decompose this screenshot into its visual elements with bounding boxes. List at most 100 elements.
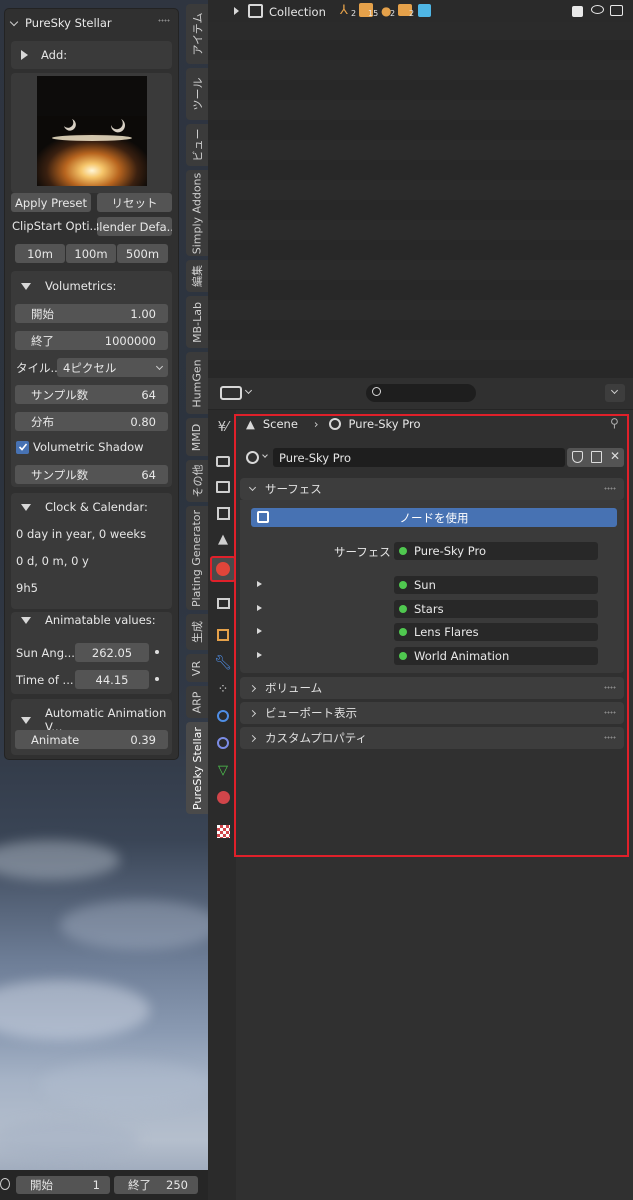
volumetrics-header[interactable]: Volumetrics: (21, 279, 116, 293)
tab-mb-lab[interactable]: MB-Lab (186, 296, 208, 348)
field-value: 64 (141, 467, 156, 482)
preset-preview-image[interactable] (37, 76, 147, 186)
animatable-values-header[interactable]: Animatable values: (21, 613, 156, 627)
volumetric-distribution-field[interactable]: 分布 0.80 (15, 412, 168, 431)
animate-field[interactable]: Animate 0.39 (15, 730, 168, 749)
render-icon[interactable] (212, 450, 234, 472)
volumetric-samples-field[interactable]: サンプル数 64 (15, 385, 168, 404)
checkbox-label: Volumetric Shadow (33, 440, 144, 454)
expand-arrow-icon[interactable] (234, 7, 239, 15)
reset-button[interactable]: リセット (97, 193, 172, 212)
tab-other[interactable]: その他 (186, 460, 208, 502)
properties-header (208, 378, 633, 410)
badge-count: 15 (368, 9, 379, 18)
tab-vr[interactable]: VR (186, 654, 208, 682)
field-value: 64 (141, 387, 156, 402)
checkbox-checked-icon[interactable] (572, 6, 583, 17)
highlight-box (234, 414, 629, 857)
outliner[interactable]: Collection ⅄ 2 15 ● 2 2 (208, 0, 633, 378)
modifier-icon[interactable]: 🔧︎ (212, 652, 234, 674)
shadow-samples-field[interactable]: サンプル数 64 (15, 465, 168, 484)
material-icon[interactable] (212, 786, 234, 808)
frame-start-field[interactable]: 開始 1 (16, 1176, 110, 1194)
constraints-icon[interactable] (212, 732, 234, 754)
distance-10m-button[interactable]: 10m (15, 244, 65, 263)
tab-mmd[interactable]: MMD (186, 418, 208, 456)
badge-count: 2 (390, 9, 396, 18)
search-input[interactable] (366, 384, 476, 402)
volumetric-shadow-toggle[interactable]: Volumetric Shadow (16, 440, 144, 454)
field-label: 開始 (30, 1178, 53, 1192)
field-value: 1.00 (130, 306, 156, 321)
particles-icon[interactable]: ⁘ (212, 678, 234, 700)
collapse-arrow-icon (21, 616, 31, 624)
distance-500m-button[interactable]: 500m (117, 244, 168, 263)
preset-preview-frame (11, 73, 172, 193)
collection-icon[interactable] (212, 592, 234, 614)
field-label: 終了 (31, 333, 54, 348)
camera-render-icon[interactable] (610, 5, 623, 16)
apply-preset-button[interactable]: Apply Preset (11, 193, 91, 212)
collapse-arrow-icon (21, 503, 31, 511)
field-label: サンプル数 (31, 467, 89, 482)
keyframe-dot-icon[interactable] (155, 677, 159, 681)
tab-edit[interactable]: 編集 (186, 260, 208, 292)
tab-generate[interactable]: 生成 (186, 614, 208, 650)
drag-grip-icon[interactable] (158, 19, 170, 22)
physics-icon[interactable] (212, 705, 234, 727)
field-value: 250 (166, 1178, 188, 1192)
badge-count: 2 (351, 9, 357, 18)
output-icon[interactable] (212, 476, 234, 498)
clock-calendar-header[interactable]: Clock & Calendar: (21, 500, 148, 514)
volumetrics-label: Volumetrics: (45, 279, 117, 293)
tab-arp[interactable]: ARP (186, 686, 208, 718)
editor-type-icon[interactable] (220, 386, 242, 400)
panel-header[interactable]: PureSky Stellar (9, 13, 112, 33)
tab-puresky-stellar[interactable]: PureSky Stellar (186, 722, 208, 814)
field-label: 終了 (128, 1178, 151, 1192)
time-text: 9h5 (16, 581, 38, 595)
tile-size-label: タイル... (16, 361, 62, 375)
clock-icon[interactable] (0, 1178, 10, 1190)
options-dropdown[interactable] (605, 384, 625, 402)
collection-box-icon (248, 4, 263, 18)
eye-icon[interactable] (591, 5, 604, 14)
world-icon[interactable] (210, 556, 236, 582)
chevron-down-icon[interactable] (244, 386, 253, 395)
tab-humgen[interactable]: HumGen (186, 352, 208, 414)
scene-icon[interactable]: ▲ (212, 528, 234, 550)
time-of-day-field[interactable]: 44.15 (75, 670, 149, 689)
time-of-day-label: Time of ... (16, 673, 74, 687)
sun-angle-field[interactable]: 262.05 (75, 643, 149, 662)
tab-item[interactable]: アイテム (186, 4, 208, 64)
field-label: Animate (31, 732, 80, 747)
view-layer-icon[interactable] (212, 502, 234, 524)
add-label: Add: (41, 48, 68, 62)
date-text: 0 d, 0 m, 0 y (16, 554, 89, 568)
frame-end-field[interactable]: 終了 250 (114, 1176, 198, 1194)
animatable-values-label: Animatable values: (45, 613, 156, 627)
object-icon[interactable] (212, 624, 234, 646)
tab-plating-generator[interactable]: Plating Generator (186, 506, 208, 610)
tab-simply-addons[interactable]: Simply Addons (186, 170, 208, 256)
collapse-arrow-icon (21, 716, 31, 724)
day-week-text: 0 day in year, 0 weeks (16, 527, 147, 541)
add-subpanel[interactable]: Add: (11, 41, 172, 69)
volumetric-start-field[interactable]: 開始 1.00 (15, 304, 168, 323)
tab-view[interactable]: ビュー (186, 124, 208, 166)
blender-default-button[interactable]: Blender Defa... (97, 217, 172, 236)
field-value: 1 (92, 1178, 100, 1192)
volumetric-end-field[interactable]: 終了 1000000 (15, 331, 168, 350)
texture-icon[interactable] (212, 820, 234, 842)
chevron-down-icon (155, 362, 164, 370)
checkbox-checked-icon[interactable] (16, 440, 29, 454)
collection-row[interactable]: Collection ⅄ 2 15 ● 2 2 (208, 0, 633, 22)
field-label: 開始 (31, 306, 54, 321)
tab-tool[interactable]: ツール (186, 68, 208, 120)
keyframe-dot-icon[interactable] (155, 650, 159, 654)
data-icon[interactable]: ▽ (212, 759, 234, 781)
distance-100m-button[interactable]: 100m (66, 244, 116, 263)
tile-size-dropdown[interactable]: 4ピクセル (57, 358, 168, 377)
search-icon (372, 387, 381, 396)
tool-settings-icon[interactable]: ¥⁄ (212, 416, 234, 438)
